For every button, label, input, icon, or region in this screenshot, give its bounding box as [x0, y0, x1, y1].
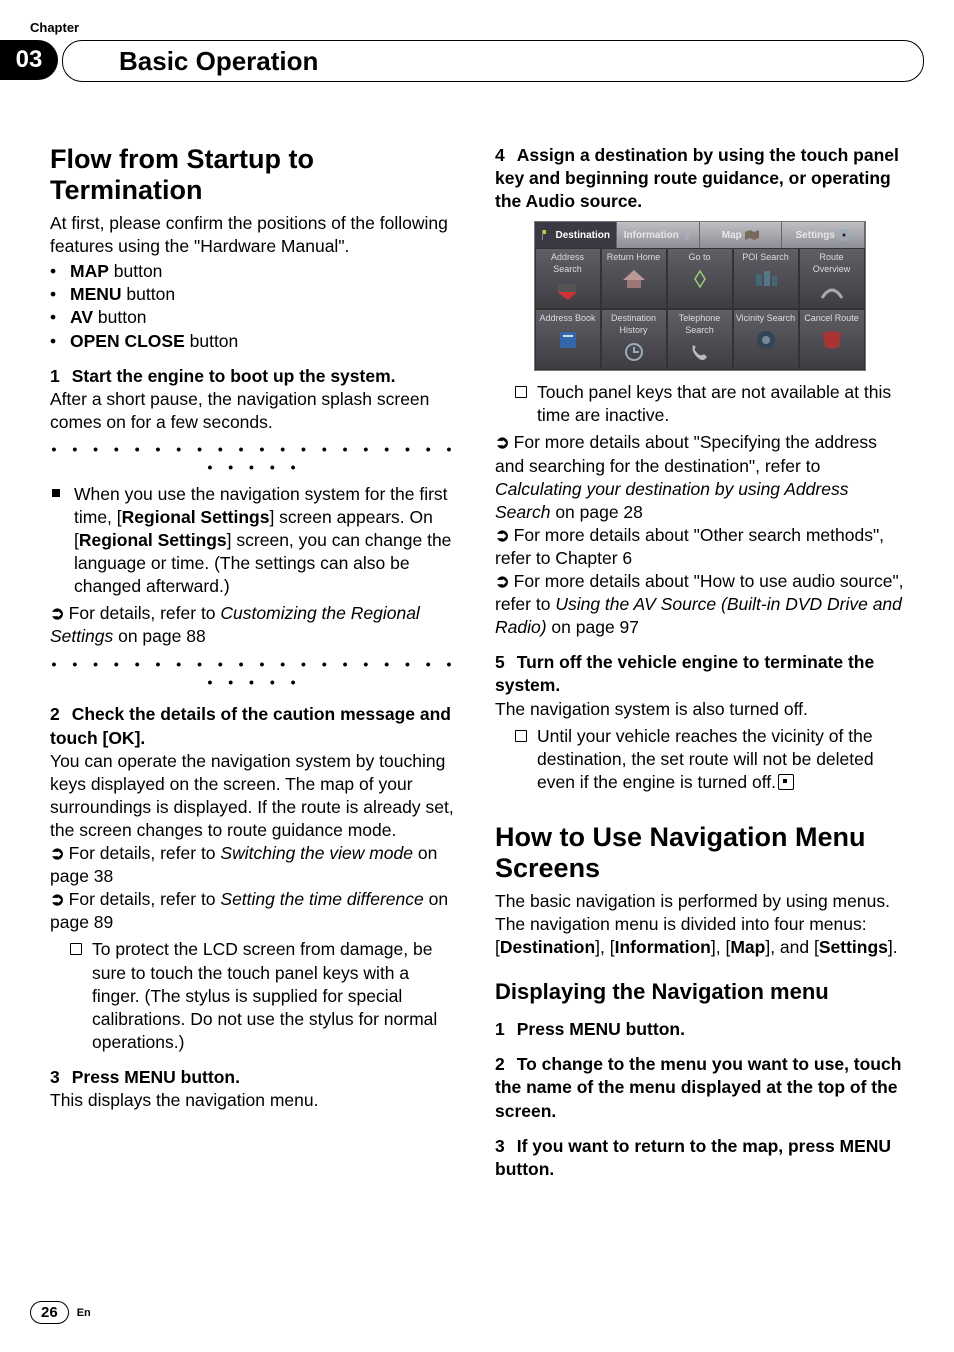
route-overview-icon [819, 280, 845, 302]
page-footer: 26 En [30, 1301, 91, 1324]
chapter-title: Basic Operation [119, 46, 318, 77]
screenshot-cell: POI Search [733, 248, 799, 309]
header-pill: Basic Operation [62, 40, 924, 82]
screenshot-tab-destination: Destination [535, 222, 618, 248]
screenshot-cell: Telephone Search [667, 309, 733, 370]
step-5-body: The navigation system is also turned off… [495, 698, 904, 721]
step-2-body: You can operate the navigation system by… [50, 750, 459, 842]
screenshot-cell: Route Overview [799, 248, 865, 309]
home-icon [621, 268, 647, 290]
cross-ref: For more details about "Other search met… [495, 524, 904, 570]
address-search-icon [555, 280, 581, 302]
left-column: Flow from Startup to Termination At firs… [50, 144, 459, 1181]
tip-list: Until your vehicle reaches the vicinity … [495, 725, 904, 794]
step-3-heading: 3Press MENU button. [50, 1066, 459, 1089]
list-item: Touch panel keys that are not available … [537, 381, 904, 427]
substep-3: 3If you want to return to the map, press… [495, 1135, 904, 1181]
tip-list: Touch panel keys that are not available … [495, 381, 904, 427]
list-item: AV button [50, 306, 459, 329]
substep-2: 2To change to the menu you want to use, … [495, 1053, 904, 1122]
vicinity-icon [753, 329, 779, 351]
step-1-body: After a short pause, the navigation spla… [50, 388, 459, 434]
screenshot-cell: Destination History [601, 309, 667, 370]
cross-ref: For details, refer to Setting the time d… [50, 888, 459, 934]
divider-dots: • • • • • • • • • • • • • • • • • • • • … [50, 655, 459, 692]
section-end-icon [778, 774, 794, 790]
screenshot-cell: Vicinity Search [733, 309, 799, 370]
history-icon [621, 341, 647, 363]
body-text: The navigation menu is divided into four… [495, 913, 904, 959]
subsection-heading: Displaying the Navigation menu [495, 977, 904, 1006]
map-icon [745, 230, 759, 240]
list-item: When you use the navigation system for t… [74, 483, 459, 598]
screenshot-tab-information: Information [617, 222, 700, 248]
cross-ref: For more details about "Specifying the a… [495, 431, 904, 523]
cancel-route-icon [819, 329, 845, 351]
cross-ref: For more details about "How to use audio… [495, 570, 904, 639]
flag-icon [541, 229, 553, 241]
goto-icon [687, 268, 713, 290]
list-item: OPEN CLOSE button [50, 330, 459, 353]
note-list: When you use the navigation system for t… [50, 483, 459, 598]
tip-list: To protect the LCD screen from damage, b… [50, 938, 459, 1053]
screenshot-cell: Return Home [601, 248, 667, 309]
divider-dots: • • • • • • • • • • • • • • • • • • • • … [50, 440, 459, 477]
navigation-menu-screenshot: Destination Information Map Settings [534, 221, 866, 371]
info-icon [682, 229, 692, 241]
body-text: The basic navigation is performed by usi… [495, 890, 904, 913]
language-code: En [77, 1307, 91, 1319]
list-item: Until your vehicle reaches the vicinity … [537, 725, 904, 794]
intro-text: At first, please confirm the positions o… [50, 212, 459, 258]
screenshot-cell: Go to [667, 248, 733, 309]
telephone-icon [687, 341, 713, 363]
page-number-badge: 26 [30, 1301, 69, 1324]
screenshot-grid: Address Search Return Home Go to POI Sea… [535, 248, 865, 370]
section-heading-how-to-use: How to Use Navigation Menu Screens [495, 822, 904, 884]
right-column: 4Assign a destination by using the touch… [495, 144, 904, 1181]
step-1-heading: 1Start the engine to boot up the system. [50, 365, 459, 388]
screenshot-tab-settings: Settings [782, 222, 865, 248]
step-3-body: This displays the navigation menu. [50, 1089, 459, 1112]
list-item: MENU button [50, 283, 459, 306]
list-item: To protect the LCD screen from damage, b… [92, 938, 459, 1053]
poi-icon [753, 268, 779, 290]
step-4-heading: 4Assign a destination by using the touch… [495, 144, 904, 213]
gear-icon [838, 229, 850, 241]
screenshot-tabs: Destination Information Map Settings [535, 222, 865, 248]
address-book-icon [555, 329, 581, 351]
chapter-number-badge: 03 [0, 40, 58, 80]
cross-ref: For details, refer to Switching the view… [50, 842, 459, 888]
chapter-label: Chapter [30, 20, 79, 35]
screenshot-cell: Address Book [535, 309, 601, 370]
step-2-heading: 2Check the details of the caution messag… [50, 703, 459, 749]
list-item: MAP button [50, 260, 459, 283]
screenshot-tab-map: Map [700, 222, 783, 248]
substep-1: 1Press MENU button. [495, 1018, 904, 1041]
section-heading-flow: Flow from Startup to Termination [50, 144, 459, 206]
chapter-header: Basic Operation 03 [50, 40, 904, 84]
hardware-buttons-list: MAP button MENU button AV button OPEN CL… [50, 260, 459, 352]
screenshot-cell: Cancel Route [799, 309, 865, 370]
screenshot-cell: Address Search [535, 248, 601, 309]
step-5-heading: 5Turn off the vehicle engine to terminat… [495, 651, 904, 697]
cross-ref: For details, refer to Customizing the Re… [50, 602, 459, 648]
